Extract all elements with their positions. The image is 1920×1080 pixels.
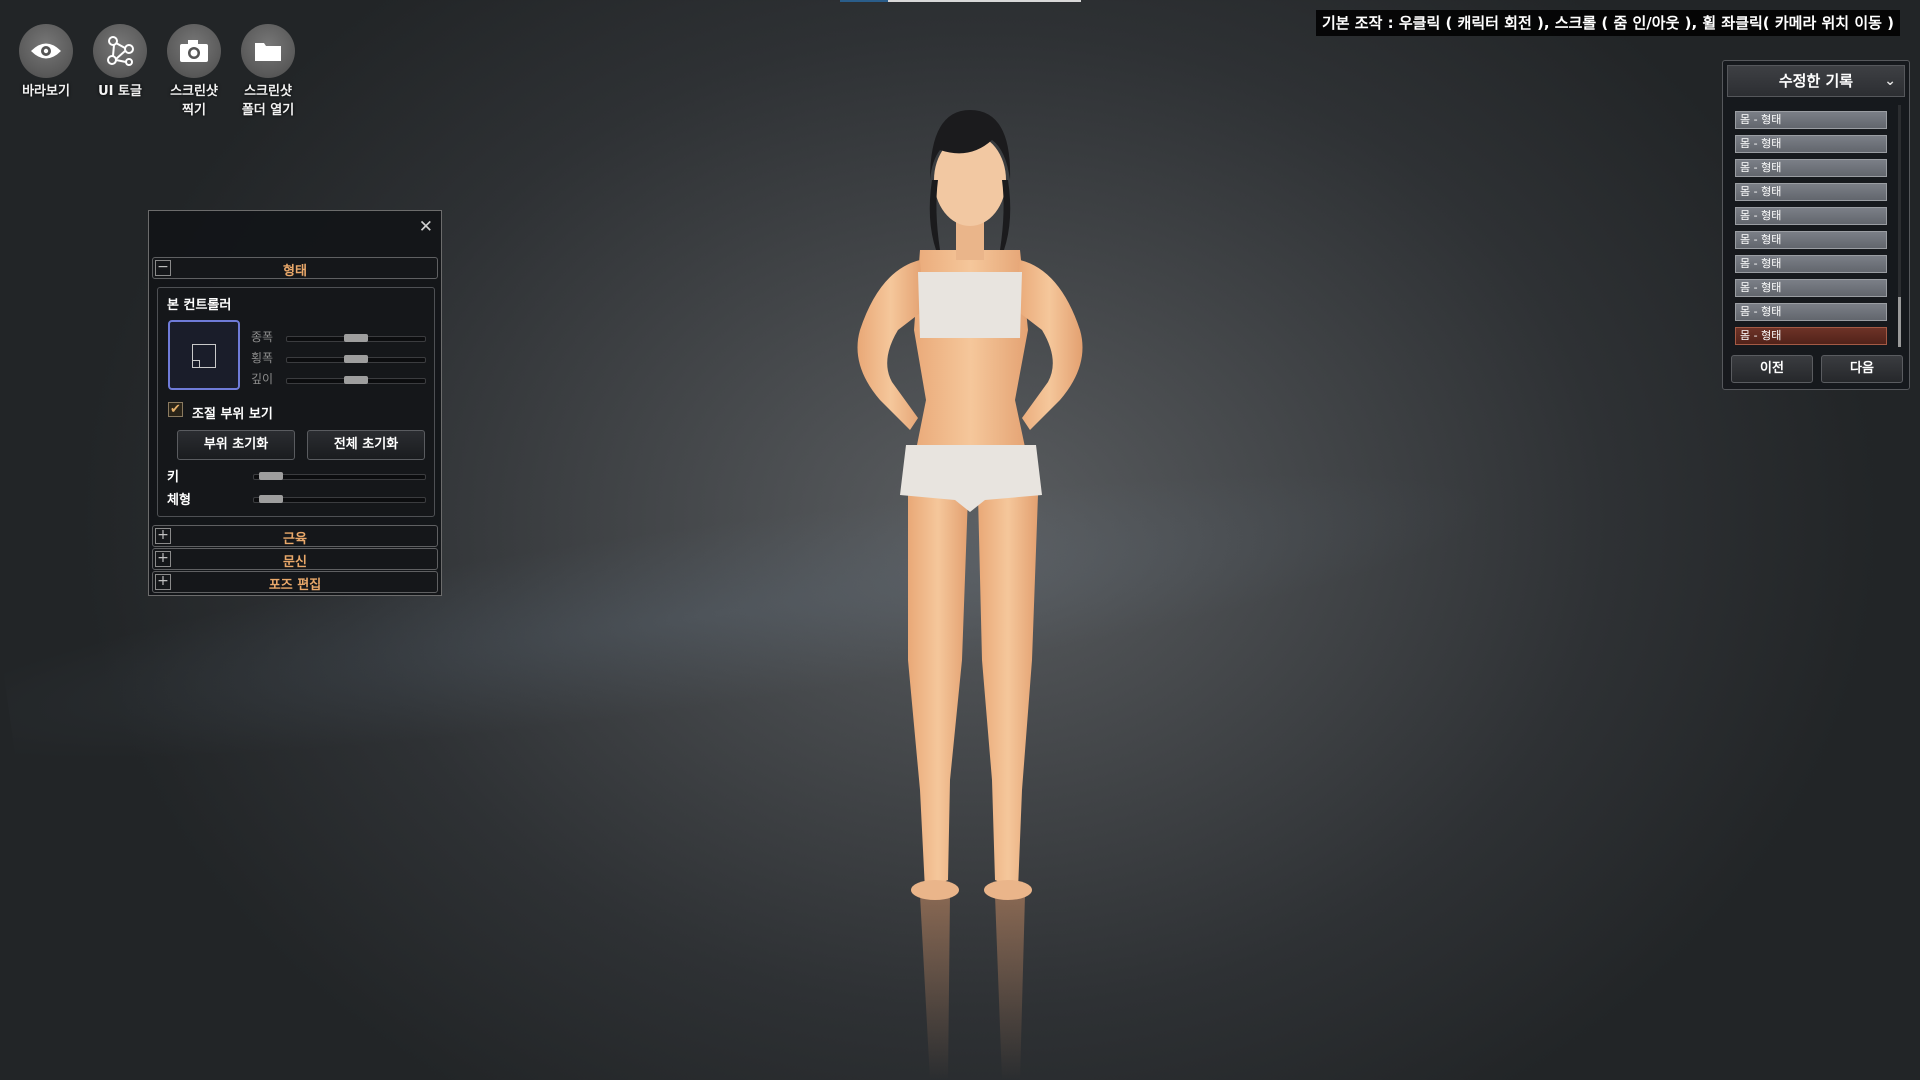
controls-help-text: 기본 조작 : 우클릭 ( 캐릭터 회전 ), 스크롤 ( 줌 인/아웃 ), …: [1315, 10, 1900, 36]
history-item[interactable]: 몸 - 형태: [1735, 111, 1887, 129]
history-next-button[interactable]: 다음: [1821, 355, 1903, 383]
eye-icon: [19, 24, 73, 78]
top-left-toolbar: 바라보기 UI 토글 스크린샷 찍기 스크린샷 폴더 열기: [18, 24, 296, 120]
history-item[interactable]: 몸 - 형태: [1735, 303, 1887, 321]
history-item[interactable]: 몸 - 형태: [1735, 279, 1887, 297]
history-scrollbar[interactable]: [1898, 105, 1901, 347]
bone-corner-icon: [192, 360, 200, 368]
show-region-label: 조절 부위 보기: [192, 407, 273, 422]
slider-width-knob[interactable]: [344, 355, 368, 363]
camera-icon: [167, 24, 221, 78]
bone-controller-title: 본 컨트롤러: [167, 298, 232, 313]
show-region-checkbox[interactable]: ✔: [168, 402, 183, 417]
slider-depth-knob[interactable]: [344, 376, 368, 384]
slider-length[interactable]: [286, 334, 426, 342]
height-slider[interactable]: [253, 472, 426, 480]
open-screenshot-folder-label: 스크린샷 폴더 열기: [241, 84, 295, 118]
body-type-slider[interactable]: [253, 495, 426, 503]
body-type-slider-knob[interactable]: [259, 495, 284, 503]
look-at-button[interactable]: 바라보기: [18, 24, 74, 120]
history-item[interactable]: 몸 - 형태: [1735, 207, 1887, 225]
slider-width[interactable]: [286, 355, 426, 363]
history-scrollbar-thumb[interactable]: [1898, 297, 1901, 347]
section-muscle[interactable]: + 근육: [152, 525, 438, 547]
history-item[interactable]: 몸 - 형태: [1735, 231, 1887, 249]
folder-icon: [241, 24, 295, 78]
history-item[interactable]: 몸 - 형태: [1735, 183, 1887, 201]
history-item[interactable]: 몸 - 형태: [1735, 255, 1887, 273]
section-pose[interactable]: + 포즈 편집: [152, 571, 438, 593]
reset-all-button[interactable]: 전체 초기화: [307, 430, 425, 460]
slider-depth-label: 깊이: [251, 372, 274, 386]
history-title: 수정한 기록: [1778, 72, 1854, 90]
history-item[interactable]: 몸 - 형태: [1735, 159, 1887, 177]
bone-controller-group: 본 컨트롤러 종폭 횡폭 깊이 ✔ 조절 부위 보기 부위 초기화 전체 초기화…: [157, 287, 435, 517]
take-screenshot-button[interactable]: 스크린샷 찍기: [166, 24, 222, 120]
history-item[interactable]: 몸 - 형태: [1735, 327, 1887, 345]
look-at-label: 바라보기: [22, 84, 70, 99]
bone-part-selector[interactable]: [168, 320, 240, 390]
top-progress-track: [888, 0, 1081, 2]
slider-width-label: 횡폭: [251, 351, 274, 365]
section-tattoo-title: 문신: [283, 555, 307, 570]
body-type-label: 체형: [167, 493, 191, 508]
section-tattoo[interactable]: + 문신: [152, 548, 438, 570]
character-model: [857, 110, 1083, 1080]
section-pose-title: 포즈 편집: [268, 578, 322, 593]
height-label: 키: [167, 470, 179, 485]
slider-length-label: 종폭: [251, 330, 274, 344]
section-shape-title: 형태: [283, 264, 307, 279]
history-dropdown[interactable]: 수정한 기록 ⌄: [1727, 65, 1905, 97]
reset-part-button[interactable]: 부위 초기화: [177, 430, 295, 460]
take-screenshot-label: 스크린샷 찍기: [170, 84, 218, 118]
chevron-down-icon: ⌄: [1884, 73, 1896, 89]
section-muscle-title: 근육: [283, 532, 307, 547]
top-progress-accent: [840, 0, 888, 2]
edit-history-panel: 수정한 기록 ⌄ 몸 - 형태 몸 - 형태 몸 - 형태 몸 - 형태 몸 - 형태 몸…: [1722, 60, 1910, 390]
ui-toggle-button[interactable]: UI 토글: [92, 24, 148, 120]
slider-length-knob[interactable]: [344, 334, 368, 342]
history-item[interactable]: 몸 - 형태: [1735, 135, 1887, 153]
slider-depth[interactable]: [286, 376, 426, 384]
open-screenshot-folder-button[interactable]: 스크린샷 폴더 열기: [240, 24, 296, 120]
nodes-icon: [93, 24, 147, 78]
height-slider-knob[interactable]: [259, 472, 284, 480]
section-shape[interactable]: − 형태: [152, 257, 438, 279]
ui-toggle-label: UI 토글: [98, 84, 142, 99]
close-icon[interactable]: ✕: [419, 217, 433, 237]
body-editor-panel: ✕ − 형태 본 컨트롤러 종폭 횡폭 깊이 ✔ 조절 부위 보기 부위 초기화…: [148, 210, 442, 596]
history-prev-button[interactable]: 이전: [1731, 355, 1813, 383]
